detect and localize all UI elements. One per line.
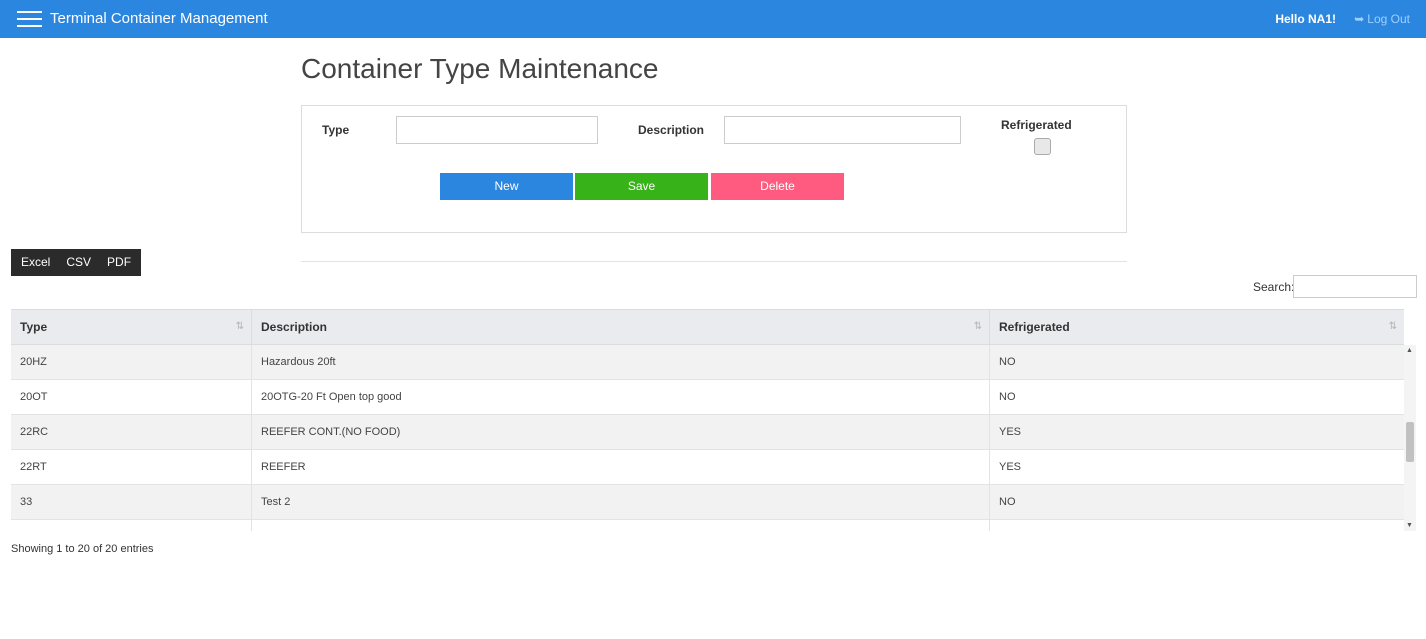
table-row[interactable]: 22RC REEFER CONT.(NO FOOD) YES: [11, 415, 1404, 450]
cell-refrigerated: NO: [999, 391, 1016, 403]
export-button-group: Excel CSV PDF: [11, 249, 142, 276]
delete-button[interactable]: Delete: [711, 173, 844, 200]
cell-description: REEFER: [252, 450, 990, 484]
cell-type: 22RT: [11, 450, 252, 484]
cell-description: [252, 520, 990, 531]
user-greeting: Hello NA1!: [1275, 12, 1336, 26]
refrigerated-label: Refrigerated: [1001, 118, 1072, 132]
description-label: Description: [638, 123, 705, 137]
container-type-form: Type Description Refrigerated New Save D…: [301, 105, 1127, 233]
column-header-type[interactable]: Type ⇅: [11, 310, 252, 344]
hamburger-menu-icon[interactable]: [17, 11, 42, 27]
table-header: Type ⇅ Description ⇅ Refrigerated ⇅: [11, 309, 1404, 345]
table-info: Showing 1 to 20 of 20 entries: [11, 543, 154, 555]
new-button[interactable]: New: [440, 173, 573, 200]
column-header-refrigerated[interactable]: Refrigerated ⇅: [990, 310, 1404, 344]
sort-icon: ⇅: [235, 321, 244, 332]
sign-out-icon: ➥: [1354, 12, 1365, 26]
search-label: Search:: [1253, 280, 1295, 294]
sort-icon: ⇅: [1388, 321, 1397, 332]
search-input[interactable]: [1293, 275, 1417, 298]
cell-type: 20HZ: [11, 345, 252, 379]
cell-description: Hazardous 20ft: [252, 345, 990, 379]
cell-refrigerated: NO: [999, 496, 1016, 508]
cell-refrigerated: YES: [999, 461, 1022, 473]
logout-label: Log Out: [1367, 12, 1410, 26]
scroll-down-arrow-icon[interactable]: ▼: [1406, 522, 1413, 529]
table-rows: 20HZ Hazardous 20ft NO 20OT 20OTG-20 Ft …: [11, 345, 1404, 531]
cell-refrigerated: YES: [999, 426, 1022, 438]
table-row[interactable]: [11, 520, 1404, 531]
table-scrollbar[interactable]: ▲ ▼: [1404, 345, 1416, 531]
cell-type: 22RC: [11, 415, 252, 449]
column-header-label: Refrigerated: [999, 320, 1070, 334]
export-excel-button[interactable]: Excel: [11, 249, 58, 276]
app-title[interactable]: Terminal Container Management: [50, 10, 268, 27]
cell-type: 33: [11, 485, 252, 519]
section-divider: [301, 261, 1127, 262]
cell-description: REEFER CONT.(NO FOOD): [252, 415, 990, 449]
cell-description: 20OTG-20 Ft Open top good: [252, 380, 990, 414]
page-title: Container Type Maintenance: [301, 53, 659, 84]
logout-link[interactable]: ➥ Log Out: [1354, 12, 1410, 26]
column-header-label: Type: [20, 320, 48, 334]
scrollbar-thumb[interactable]: [1406, 422, 1414, 462]
type-label: Type: [322, 123, 350, 137]
cell-description: Test 2: [252, 485, 990, 519]
cell-type: [11, 520, 252, 531]
column-header-description[interactable]: Description ⇅: [252, 310, 990, 344]
export-pdf-button[interactable]: PDF: [99, 249, 141, 276]
scroll-up-arrow-icon[interactable]: ▲: [1406, 347, 1413, 354]
table-row[interactable]: 20OT 20OTG-20 Ft Open top good NO: [11, 380, 1404, 415]
cell-refrigerated: [990, 520, 1404, 531]
cell-refrigerated: NO: [999, 356, 1016, 368]
table-body: 20HZ Hazardous 20ft NO 20OT 20OTG-20 Ft …: [11, 345, 1416, 531]
cell-type: 20OT: [11, 380, 252, 414]
top-navbar: Terminal Container Management Hello NA1!…: [0, 0, 1426, 38]
description-input[interactable]: [724, 116, 961, 144]
save-button[interactable]: Save: [575, 173, 708, 200]
refrigerated-checkbox[interactable]: [1034, 138, 1051, 155]
type-input[interactable]: [396, 116, 598, 144]
column-header-label: Description: [261, 320, 328, 334]
table-row[interactable]: 33 Test 2 NO: [11, 485, 1404, 520]
sort-icon: ⇅: [973, 321, 982, 332]
table-row[interactable]: 22RT REEFER YES: [11, 450, 1404, 485]
export-csv-button[interactable]: CSV: [58, 249, 99, 276]
table-row[interactable]: 20HZ Hazardous 20ft NO: [11, 345, 1404, 380]
